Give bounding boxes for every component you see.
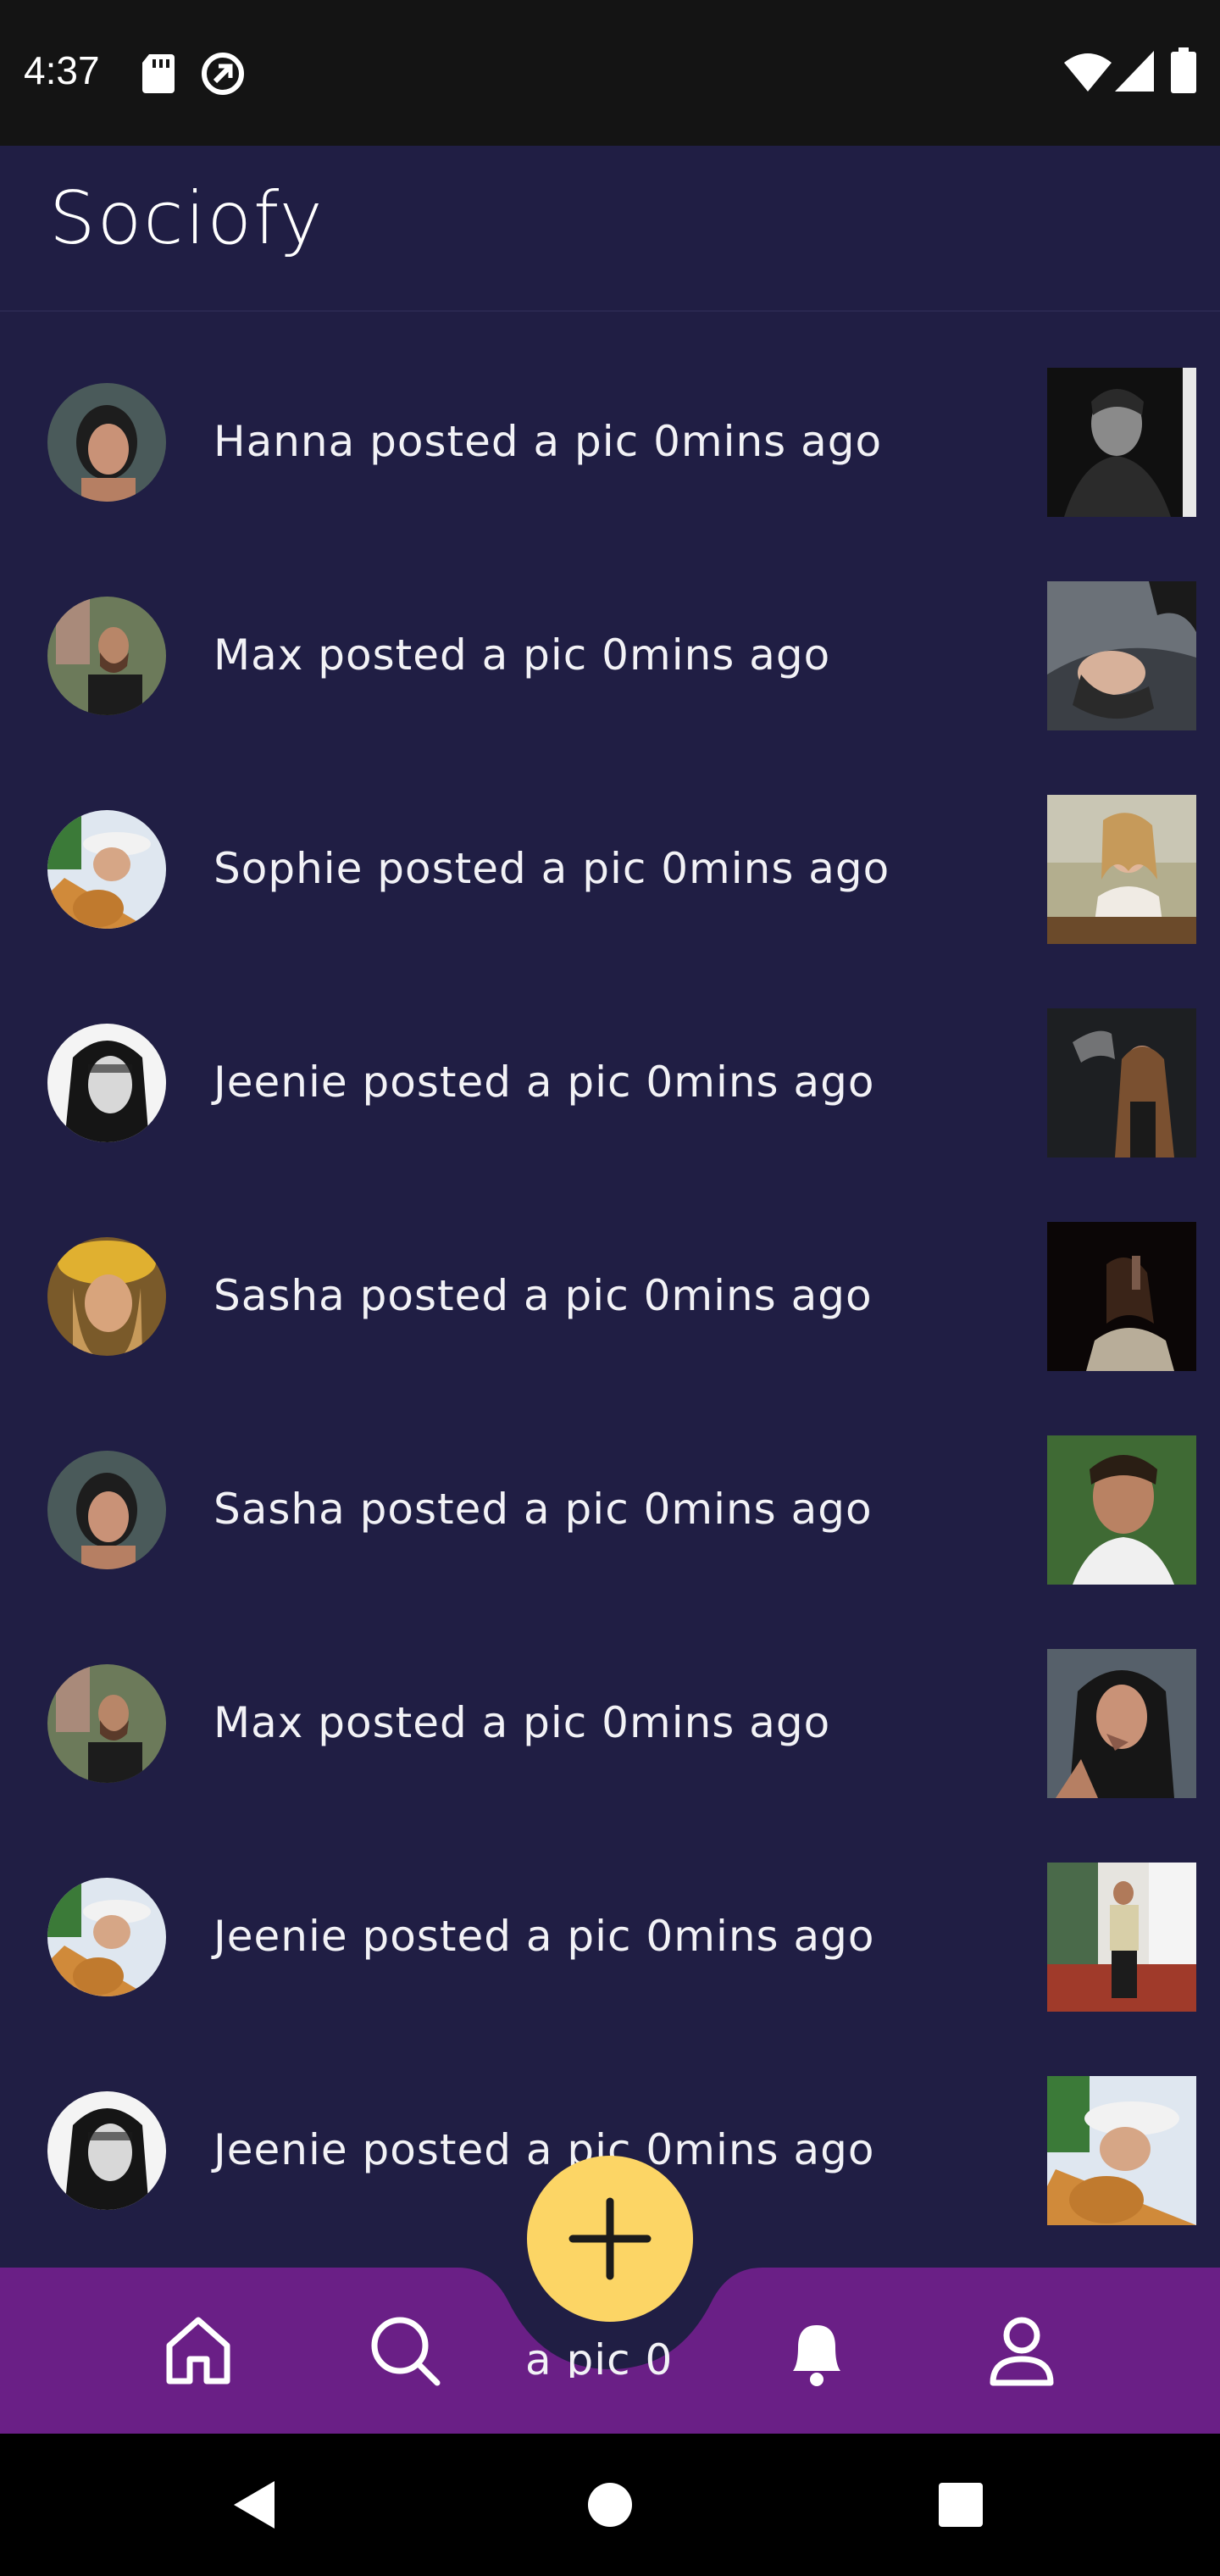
post-thumbnail[interactable] — [1047, 2076, 1196, 2225]
wifi-icon — [1064, 53, 1112, 92]
avatar[interactable] — [47, 810, 166, 929]
bell-icon[interactable] — [776, 2310, 857, 2391]
sync-icon — [202, 53, 244, 95]
brand-logo: Sociofy — [49, 176, 324, 261]
add-post-button[interactable] — [527, 2156, 693, 2322]
post-thumbnail[interactable] — [1047, 1008, 1196, 1158]
profile-icon[interactable] — [981, 2310, 1062, 2391]
feed-item-text: Sophie posted a pic 0mins ago — [214, 844, 890, 893]
search-icon[interactable] — [364, 2310, 446, 2391]
post-thumbnail[interactable] — [1047, 1222, 1196, 1371]
post-thumbnail[interactable] — [1047, 795, 1196, 944]
battery-icon — [1171, 47, 1196, 93]
avatar[interactable] — [47, 1237, 166, 1356]
list-item[interactable]: Sophie posted a pic 0mins ago — [0, 739, 1220, 952]
home-system-icon[interactable] — [588, 2483, 632, 2527]
feed-item-text: Max posted a pic 0mins ago — [214, 1698, 831, 1747]
status-bar: 4:37 — [0, 0, 1220, 146]
back-icon[interactable] — [230, 2479, 278, 2530]
list-item[interactable]: Max posted a pic 0mins ago — [0, 525, 1220, 739]
cellular-icon — [1115, 51, 1154, 92]
feed-item-text: Max posted a pic 0mins ago — [214, 630, 831, 680]
avatar[interactable] — [47, 1024, 166, 1142]
avatar[interactable] — [47, 1664, 166, 1783]
avatar[interactable] — [47, 2091, 166, 2210]
status-time: 4:37 — [24, 48, 100, 92]
avatar[interactable] — [47, 383, 166, 502]
post-thumbnail[interactable] — [1047, 1863, 1196, 2012]
list-item[interactable]: Sasha posted a pic 0mins ago — [0, 1166, 1220, 1380]
notification-feed[interactable]: Hanna posted a pic 0mins ago Max posted … — [0, 312, 1220, 2268]
recents-icon[interactable] — [939, 2483, 983, 2527]
home-icon[interactable] — [158, 2310, 239, 2391]
partial-feed-text: a pic 0 — [525, 2335, 674, 2378]
add-icon — [568, 2197, 652, 2280]
avatar[interactable] — [47, 597, 166, 715]
feed-item-text: Sasha posted a pic 0mins ago — [214, 1485, 873, 1534]
list-item[interactable]: Sasha posted a pic 0mins ago — [0, 1380, 1220, 1593]
post-thumbnail[interactable] — [1047, 581, 1196, 730]
avatar[interactable] — [47, 1451, 166, 1569]
list-item[interactable]: Hanna posted a pic 0mins ago — [0, 312, 1220, 525]
post-thumbnail[interactable] — [1047, 1649, 1196, 1798]
feed-item-text: Jeenie posted a pic 0mins ago — [214, 1058, 875, 1107]
feed-item-text: Sasha posted a pic 0mins ago — [214, 1271, 873, 1320]
list-item[interactable]: Jeenie posted a pic 0mins ago — [0, 1807, 1220, 2020]
list-item[interactable]: Jeenie posted a pic 0mins ago — [0, 952, 1220, 1166]
list-item[interactable]: Max posted a pic 0mins ago — [0, 1593, 1220, 1807]
sd-card-icon — [142, 54, 175, 93]
feed-item-text: Hanna posted a pic 0mins ago — [214, 417, 883, 466]
post-thumbnail[interactable] — [1047, 368, 1196, 517]
feed-item-text: Jeenie posted a pic 0mins ago — [214, 1912, 875, 1961]
post-thumbnail[interactable] — [1047, 1435, 1196, 1585]
avatar[interactable] — [47, 1878, 166, 1996]
